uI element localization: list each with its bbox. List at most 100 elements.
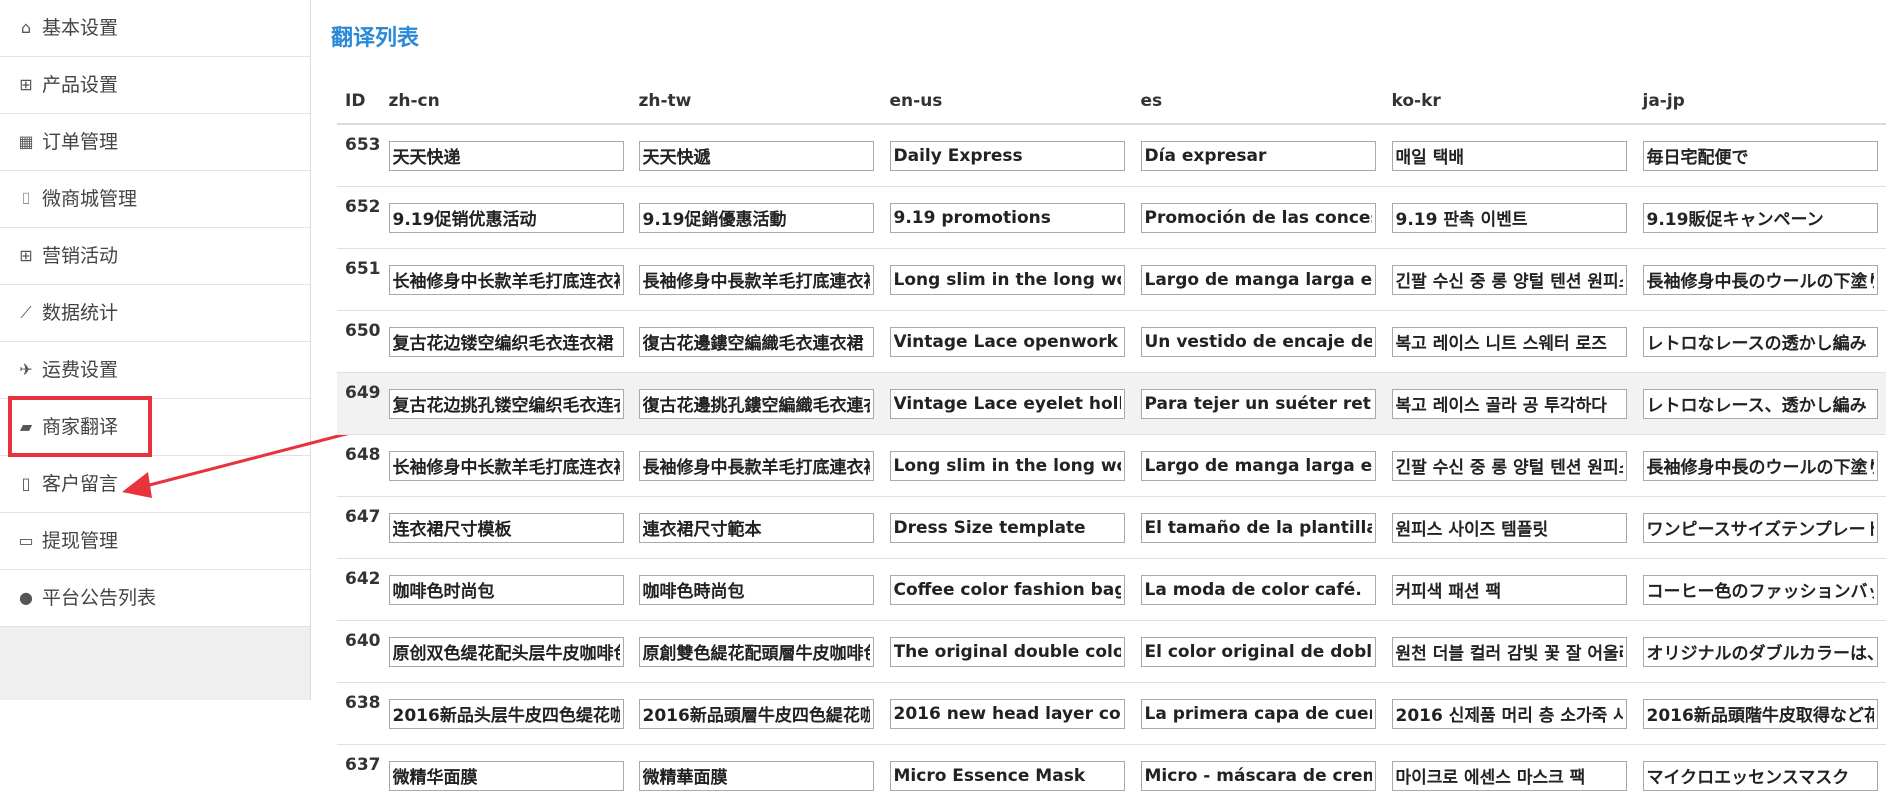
translation-input-ja-jp[interactable] (1643, 327, 1878, 357)
translation-input-es[interactable] (1141, 203, 1376, 233)
translation-input-zh-tw[interactable] (639, 389, 874, 419)
translation-input-zh-cn[interactable] (389, 265, 624, 295)
translation-input-zh-tw[interactable] (639, 265, 874, 295)
translation-input-ko-kr[interactable] (1392, 327, 1627, 357)
translation-input-zh-cn[interactable] (389, 451, 624, 481)
translation-input-ko-kr[interactable] (1392, 637, 1627, 667)
translation-input-en-us[interactable] (890, 389, 1125, 419)
table-header-row: IDzh-cnzh-twen-usesko-krja-jp (337, 78, 1886, 124)
gift-icon: ⊞ (16, 57, 36, 113)
translation-input-ko-kr[interactable] (1392, 575, 1627, 605)
translation-input-ja-jp[interactable] (1643, 451, 1878, 481)
translation-input-ko-kr[interactable] (1392, 141, 1627, 171)
translation-input-zh-tw[interactable] (639, 327, 874, 357)
translation-input-en-us[interactable] (890, 327, 1125, 357)
translation-input-en-us[interactable] (890, 451, 1125, 481)
translation-input-es[interactable] (1141, 451, 1376, 481)
row-id: 652 (337, 187, 381, 249)
translation-table-container: IDzh-cnzh-twen-usesko-krja-jp 6536526516… (337, 78, 1897, 806)
translation-cell (1384, 559, 1635, 621)
sidebar-item-10[interactable]: ●平台公告列表 (0, 570, 310, 627)
translation-input-en-us[interactable] (890, 203, 1125, 233)
translation-cell (1635, 497, 1886, 559)
translation-input-ko-kr[interactable] (1392, 761, 1627, 791)
translation-input-zh-cn[interactable] (389, 761, 624, 791)
translation-input-ko-kr[interactable] (1392, 265, 1627, 295)
translation-cell (631, 621, 882, 683)
sidebar-item-5[interactable]: ⟋数据统计 (0, 285, 310, 342)
translation-input-ja-jp[interactable] (1643, 141, 1878, 171)
sidebar-item-0[interactable]: ⌂基本设置 (0, 0, 310, 57)
translation-input-ja-jp[interactable] (1643, 637, 1878, 667)
translation-input-en-us[interactable] (890, 513, 1125, 543)
sidebar-item-6[interactable]: ✈运费设置 (0, 342, 310, 399)
translation-input-ja-jp[interactable] (1643, 389, 1878, 419)
translation-input-ko-kr[interactable] (1392, 389, 1627, 419)
translation-input-ja-jp[interactable] (1643, 265, 1878, 295)
sidebar-item-3[interactable]: ⌷微商城管理 (0, 171, 310, 228)
translation-input-zh-tw[interactable] (639, 513, 874, 543)
translation-input-zh-tw[interactable] (639, 761, 874, 791)
translation-input-es[interactable] (1141, 575, 1376, 605)
translation-input-es[interactable] (1141, 141, 1376, 171)
translation-cell (1133, 497, 1384, 559)
translation-input-zh-tw[interactable] (639, 637, 874, 667)
translation-input-ja-jp[interactable] (1643, 761, 1878, 791)
translation-input-zh-tw[interactable] (639, 451, 874, 481)
translation-input-zh-cn[interactable] (389, 513, 624, 543)
translation-input-es[interactable] (1141, 761, 1376, 791)
translation-input-es[interactable] (1141, 389, 1376, 419)
translation-input-zh-cn[interactable] (389, 699, 624, 729)
translation-cell (631, 373, 882, 435)
sidebar-item-7[interactable]: ▰商家翻译 (0, 399, 310, 456)
translation-input-ja-jp[interactable] (1643, 575, 1878, 605)
translation-input-zh-cn[interactable] (389, 327, 624, 357)
translation-input-en-us[interactable] (890, 265, 1125, 295)
translation-cell (1384, 683, 1635, 745)
translation-input-en-us[interactable] (890, 575, 1125, 605)
translation-input-es[interactable] (1141, 327, 1376, 357)
translation-cell (882, 683, 1133, 745)
translation-cell (1133, 249, 1384, 311)
translation-cell (381, 559, 631, 621)
translation-input-zh-tw[interactable] (639, 575, 874, 605)
translation-input-zh-tw[interactable] (639, 699, 874, 729)
translation-input-ko-kr[interactable] (1392, 513, 1627, 543)
translation-input-en-us[interactable] (890, 761, 1125, 791)
translation-input-ko-kr[interactable] (1392, 699, 1627, 729)
translation-input-en-us[interactable] (890, 699, 1125, 729)
translation-input-ja-jp[interactable] (1643, 699, 1878, 729)
translation-input-ko-kr[interactable] (1392, 203, 1627, 233)
row-id: 647 (337, 497, 381, 559)
translation-input-ja-jp[interactable] (1643, 513, 1878, 543)
table-row: 638 (337, 683, 1886, 745)
translation-input-es[interactable] (1141, 265, 1376, 295)
translation-input-zh-tw[interactable] (639, 141, 874, 171)
shop-icon: ⌷ (16, 171, 36, 227)
translation-input-es[interactable] (1141, 699, 1376, 729)
translation-cell (631, 683, 882, 745)
translation-input-en-us[interactable] (890, 637, 1125, 667)
table-row: 642 (337, 559, 1886, 621)
table-row: 653 (337, 124, 1886, 187)
sidebar-item-8[interactable]: ▯客户留言 (0, 456, 310, 513)
translation-cell (882, 311, 1133, 373)
translation-input-en-us[interactable] (890, 141, 1125, 171)
translation-input-zh-tw[interactable] (639, 203, 874, 233)
sidebar-item-1[interactable]: ⊞产品设置 (0, 57, 310, 114)
sidebar-item-2[interactable]: ▦订单管理 (0, 114, 310, 171)
translation-input-es[interactable] (1141, 637, 1376, 667)
translation-input-zh-cn[interactable] (389, 637, 624, 667)
translation-cell (1384, 497, 1635, 559)
translation-input-ja-jp[interactable] (1643, 203, 1878, 233)
translation-input-zh-cn[interactable] (389, 203, 624, 233)
translation-input-zh-cn[interactable] (389, 389, 624, 419)
translation-input-zh-cn[interactable] (389, 575, 624, 605)
translation-input-zh-cn[interactable] (389, 141, 624, 171)
sidebar-item-4[interactable]: ⊞营销活动 (0, 228, 310, 285)
translation-cell (882, 124, 1133, 187)
sidebar-item-9[interactable]: ▭提现管理 (0, 513, 310, 570)
translation-cell (381, 124, 631, 187)
translation-input-es[interactable] (1141, 513, 1376, 543)
translation-input-ko-kr[interactable] (1392, 451, 1627, 481)
